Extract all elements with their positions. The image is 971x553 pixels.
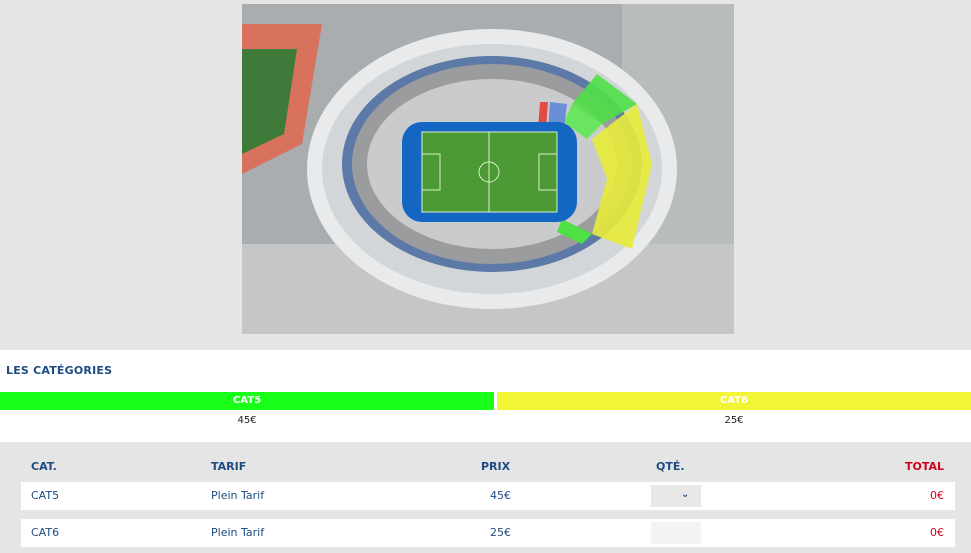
row-cat: CAT6 xyxy=(31,526,60,539)
chevron-down-icon: ⌄ xyxy=(681,489,690,500)
row-cat: CAT5 xyxy=(31,489,60,502)
quantity-select-disabled xyxy=(651,522,701,544)
quantity-select[interactable]: ⌄ xyxy=(651,485,701,507)
table-row: CAT5 Plein Tarif 45€ ⌄ 0€ xyxy=(21,482,955,510)
stadium-map[interactable] xyxy=(242,4,734,334)
category-price-cat6: 25€ xyxy=(724,415,744,426)
row-total: 0€ xyxy=(930,526,944,539)
header-cat: CAT. xyxy=(31,460,57,473)
category-bar-cat6[interactable]: CAT6 xyxy=(497,392,971,410)
header-tarif: TARIF xyxy=(211,460,247,473)
categories-title: LES CATÉGORIES xyxy=(6,364,113,377)
table-row: CAT6 Plein Tarif 25€ 0€ xyxy=(21,519,955,547)
row-total: 0€ xyxy=(930,489,944,502)
categories-panel: LES CATÉGORIES CAT5 CAT6 45€ 25€ xyxy=(0,350,971,442)
header-prix: PRIX xyxy=(481,460,511,473)
row-tarif: Plein Tarif xyxy=(211,489,265,502)
header-total: TOTAL xyxy=(905,460,945,473)
row-price: 25€ xyxy=(490,526,511,539)
stadium-illustration xyxy=(242,4,734,334)
row-price: 45€ xyxy=(490,489,511,502)
category-bar-cat5[interactable]: CAT5 xyxy=(0,392,494,410)
category-price-cat5: 45€ xyxy=(237,415,257,426)
header-qte: QTÉ. xyxy=(656,460,685,473)
row-tarif: Plein Tarif xyxy=(211,526,265,539)
